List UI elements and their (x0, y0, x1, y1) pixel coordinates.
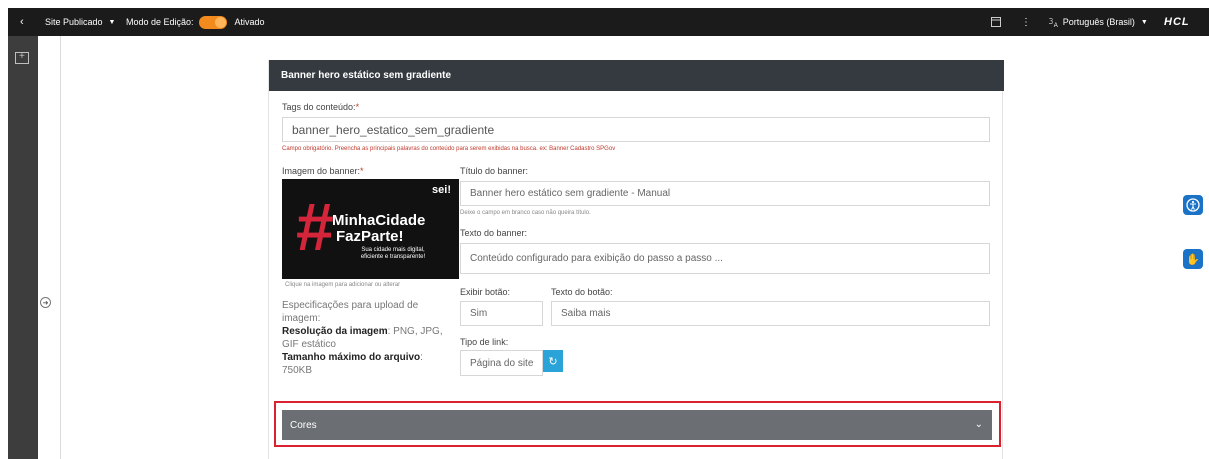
spec-max-size: Tamanho máximo do arquivo: (282, 351, 462, 364)
image-label-text: Imagem do banner: (282, 166, 361, 176)
banner-title-label: Título do banner: (460, 166, 529, 176)
translate-icon: 𝟹A (1048, 15, 1058, 29)
image-label: Imagem do banner:* (282, 166, 364, 176)
edit-mode-label: Modo de Edição: (126, 17, 194, 27)
cores-highlight: Cores ⌄ (274, 401, 1001, 447)
caret-down-icon: ▼ (108, 18, 116, 26)
banner-text-label: Texto do banner: (460, 228, 528, 238)
chevron-down-icon: ⌄ (974, 419, 983, 430)
caret-down-icon: ▼ (1140, 18, 1148, 26)
cores-accordion[interactable]: Cores ⌄ (282, 410, 992, 440)
panel-title: Banner hero estático sem gradiente (269, 60, 1004, 91)
banner-headline: MinhaCidade FazParte! (332, 213, 425, 245)
refresh-icon[interactable]: ↻ (543, 350, 563, 372)
banner-headline-line-2: FazParte! (336, 228, 404, 245)
edit-mode-control: Modo de Edição: Ativado (126, 8, 265, 36)
banner-title-hint: Deixe o campo em branco caso não queira … (460, 210, 591, 216)
spec-intro-1: Especificações para upload de (282, 300, 419, 311)
resolution-value-2: GIF estático (282, 339, 336, 350)
spec-intro-2: imagem: (282, 313, 321, 324)
show-button-select[interactable]: Sim (460, 301, 543, 326)
banner-editor-panel: Banner hero estático sem gradiente Tags … (268, 60, 1004, 459)
image-caption: Clique na imagem para adicionar ou alter… (285, 282, 401, 288)
edit-mode-toggle[interactable] (198, 15, 227, 29)
tags-label: Tags do conteúdo:* (282, 102, 359, 112)
required-mark: * (360, 166, 364, 176)
tags-input[interactable]: banner_hero_estatico_sem_gradiente (282, 117, 990, 142)
rail-divider (60, 36, 61, 459)
left-rail (8, 36, 38, 459)
link-type-label: Tipo de link: (460, 337, 509, 347)
banner-hash: # (296, 189, 334, 265)
more-vertical-icon[interactable]: ⋮ (1021, 8, 1031, 36)
chevron-left-icon[interactable]: ‹ (20, 8, 24, 36)
banner-subtitle-line-1: Sua cidade mais digital, (361, 247, 425, 253)
arrow-right-circle-icon[interactable]: ➜ (40, 297, 51, 308)
link-type-select[interactable]: Página do site (460, 350, 543, 376)
max-size-colon: : (420, 352, 423, 363)
button-text-input[interactable]: Saiba mais (551, 301, 990, 326)
required-mark: * (355, 102, 360, 112)
resolution-value: : PNG, JPG, (387, 326, 443, 337)
add-panel-icon[interactable] (15, 51, 29, 64)
toggle-knob (214, 16, 226, 28)
top-toolbar: ‹ Site Publicado ▼ Modo de Edição: Ativa… (8, 8, 1209, 36)
show-button-label: Exibir botão: (460, 287, 511, 297)
tags-hint: Campo obrigatório. Preencha as principai… (282, 146, 616, 152)
page-icon[interactable] (991, 8, 1001, 36)
banner-subtitle: Sua cidade mais digital, eficiente e tra… (353, 247, 433, 261)
upload-specs: Especificações para upload de imagem: Re… (282, 299, 462, 377)
cores-label: Cores (290, 419, 317, 431)
banner-subtitle-line-2: eficiente e transparente! (360, 254, 426, 260)
brand-logo: HCL (1164, 16, 1190, 28)
spec-resolution: Resolução da imagem: PNG, JPG, (282, 325, 462, 338)
banner-logo: sei! (432, 184, 451, 196)
banner-text-input[interactable]: Conteúdo configurado para exibição do pa… (460, 243, 990, 274)
edit-mode-state: Ativado (234, 17, 265, 27)
banner-title-input[interactable]: Banner hero estático sem gradiente - Man… (460, 181, 990, 206)
language-dropdown[interactable]: 𝟹A Português (Brasil) ▼ (1048, 8, 1148, 36)
max-size-label: Tamanho máximo do arquivo (282, 352, 421, 363)
site-published-label: Site Publicado (45, 17, 103, 27)
max-size-value: 750KB (282, 365, 313, 376)
tags-label-text: Tags do conteúdo: (282, 102, 356, 112)
resolution-label: Resolução da imagem (282, 326, 388, 337)
language-label: Português (Brasil) (1062, 17, 1135, 27)
banner-image[interactable]: # sei! MinhaCidade FazParte! Sua cidade … (282, 179, 459, 279)
site-published-dropdown[interactable]: Site Publicado ▼ (45, 8, 115, 36)
banner-headline-line-1: MinhaCidade (332, 212, 426, 229)
button-text-label: Texto do botão: (551, 287, 613, 297)
accessibility-icon[interactable] (1183, 195, 1203, 215)
sign-language-icon[interactable]: ✋ (1183, 249, 1203, 269)
